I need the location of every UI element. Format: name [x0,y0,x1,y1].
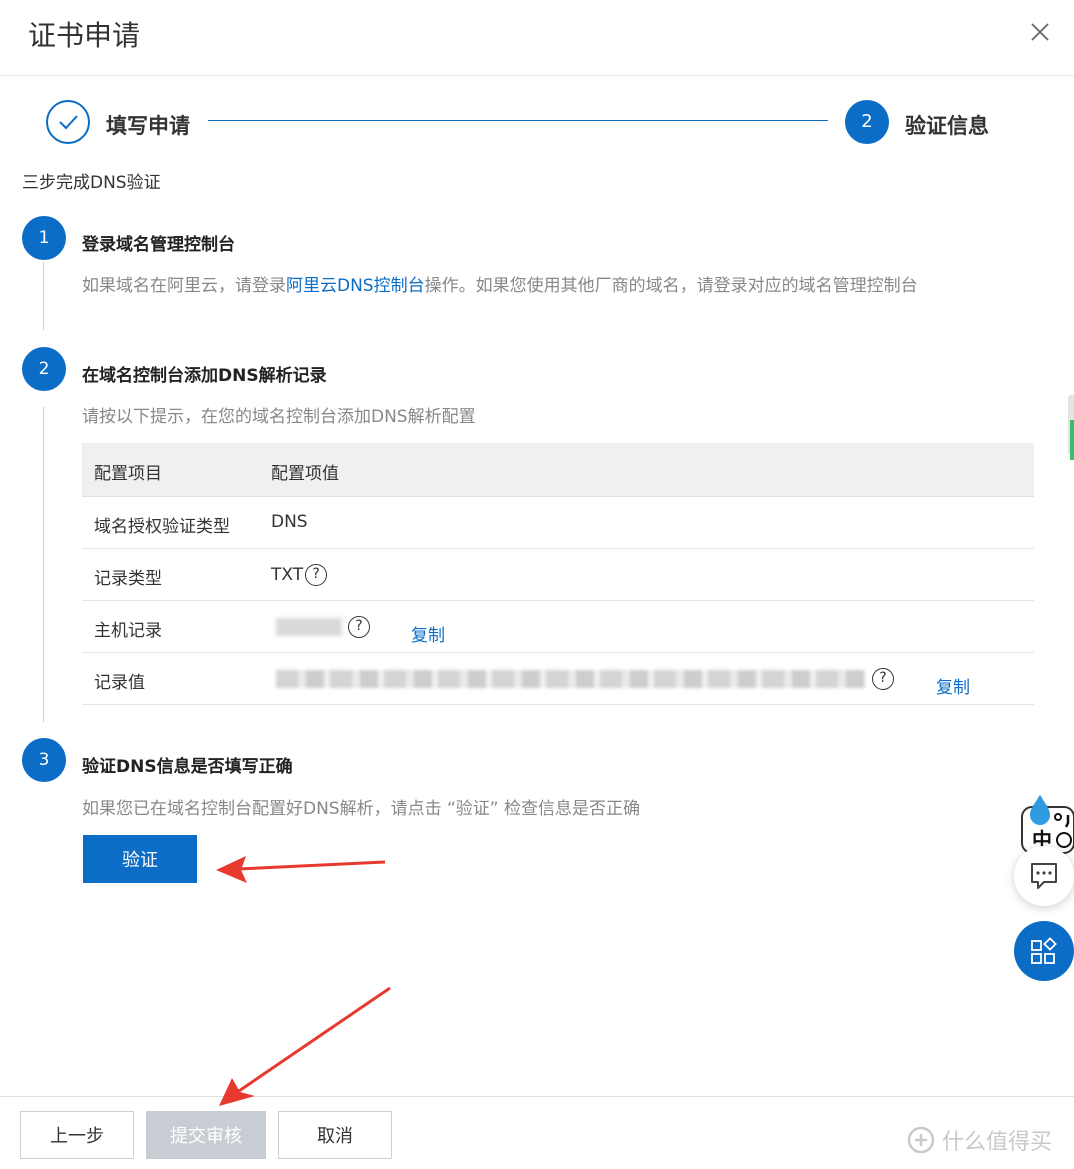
step1-check-circle [46,100,90,144]
row-value-wrap: TXT ? [271,564,328,586]
row-name: 主机记录 [94,621,162,641]
section2-timeline [43,407,44,722]
section2-desc: 请按以下提示，在您的域名控制台添加DNS解析配置 [82,407,476,427]
section2-number: 2 [22,347,66,391]
cancel-button[interactable]: 取消 [278,1111,392,1159]
dialog-header: 证书申请 [0,0,1074,76]
question-icon[interactable]: ? [872,668,894,690]
stepper-connector [208,120,828,121]
step2-label: 验证信息 [905,114,989,138]
check-icon [59,115,78,130]
dns-config-table: 配置项目 配置项值 域名授权验证类型 DNS 记录类型 TXT ? 主机记录 ?… [82,443,1034,705]
section3-number: 3 [22,738,66,782]
question-icon[interactable]: ? [305,564,328,586]
section1-timeline [43,262,44,330]
row-value: DNS [271,512,308,532]
redacted-record-value [276,670,866,688]
verify-button[interactable]: 验证 [83,835,197,883]
row-value: TXT [271,565,304,585]
question-icon[interactable]: ? [348,616,370,638]
alidns-console-link[interactable]: 阿里云DNS控制台 [286,276,425,296]
close-icon[interactable] [1026,18,1054,46]
table-header-row: 配置项目 配置项值 [82,443,1034,497]
table-header-item: 配置项目 [94,464,162,484]
row-name: 记录值 [94,673,145,693]
watermark-text: 什么值得买 [942,1130,1053,1155]
section1-title: 登录域名管理控制台 [82,235,235,255]
section3-title: 验证DNS信息是否填写正确 [82,757,293,777]
submit-review-button[interactable]: 提交审核 [146,1111,266,1159]
stepper: 填写申请 2 验证信息 [0,96,1074,156]
section1-desc-before: 如果域名在阿里云，请登录 [82,276,286,296]
dialog-title: 证书申请 [28,19,141,52]
apps-icon [1031,937,1057,964]
intro-text: 三步完成DNS验证 [22,173,161,193]
section3-desc: 如果您已在域名控制台配置好DNS解析，请点击 “验证” 检查信息是否正确 [82,799,641,819]
row-value-wrap: ? [276,668,894,690]
table-row: 主机记录 ? 复制 [82,601,1034,653]
row-name: 域名授权验证类型 [94,517,230,537]
chat-button[interactable] [1014,846,1074,906]
copy-value-button[interactable]: 复制 [936,673,970,698]
section1-desc: 如果域名在阿里云，请登录阿里云DNS控制台操作。如果您使用其他厂商的域名，请登录… [82,271,918,296]
table-row: 记录类型 TXT ? [82,549,1034,601]
row-value-wrap: ? [276,616,370,638]
section1-desc-after: 操作。如果您使用其他厂商的域名，请登录对应的域名管理控制台 [424,276,918,296]
redacted-host-record [276,618,342,636]
chat-icon [1031,863,1057,889]
prev-step-button[interactable]: 上一步 [20,1111,134,1159]
table-row: 记录值 ? 复制 [82,653,1034,705]
watermark-logo-icon [907,1126,935,1154]
row-name: 记录类型 [94,569,162,589]
apps-button[interactable] [1014,921,1074,981]
table-header-value: 配置项值 [271,464,339,484]
step1-label: 填写申请 [106,114,190,138]
edge-tab-indicator [1070,420,1074,460]
table-row: 域名授权验证类型 DNS [82,497,1034,549]
section2-title: 在域名控制台添加DNS解析记录 [82,366,327,386]
section1-number: 1 [22,216,66,260]
step2-circle: 2 [845,100,889,144]
watermark: 什么值得买 [906,1124,1052,1156]
copy-host-button[interactable]: 复制 [411,621,445,646]
